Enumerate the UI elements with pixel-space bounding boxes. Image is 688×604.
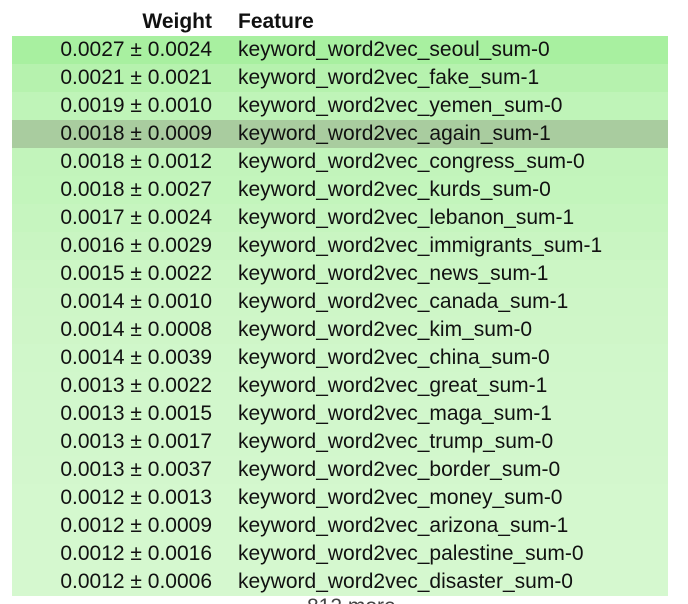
feature-cell: keyword_word2vec_china_sum-0 (238, 344, 668, 372)
table-row: 0.0013 ± 0.0017 keyword_word2vec_trump_s… (12, 428, 668, 456)
table-row: 0.0012 ± 0.0006 keyword_word2vec_disaste… (12, 568, 668, 596)
table-row: 0.0013 ± 0.0022 keyword_word2vec_great_s… (12, 372, 668, 400)
weight-cell: 0.0021 ± 0.0021 (12, 64, 238, 92)
table-row: 0.0012 ± 0.0016 keyword_word2vec_palesti… (12, 540, 668, 568)
table-row: 0.0021 ± 0.0021 keyword_word2vec_fake_su… (12, 64, 668, 92)
feature-cell: keyword_word2vec_kurds_sum-0 (238, 176, 668, 204)
table-row: 0.0019 ± 0.0010 keyword_word2vec_yemen_s… (12, 92, 668, 120)
weight-cell: 0.0014 ± 0.0008 (12, 316, 238, 344)
feature-column-header: Feature (238, 8, 668, 36)
table-row: 0.0012 ± 0.0009 keyword_word2vec_arizona… (12, 512, 668, 540)
feature-cell: keyword_word2vec_disaster_sum-0 (238, 568, 668, 596)
feature-weights-table: Weight Feature 0.0027 ± 0.0024 keyword_w… (12, 8, 668, 596)
weight-cell: 0.0014 ± 0.0039 (12, 344, 238, 372)
table-row: 0.0018 ± 0.0012 keyword_word2vec_congres… (12, 148, 668, 176)
feature-cell: keyword_word2vec_fake_sum-1 (238, 64, 668, 92)
feature-cell: keyword_word2vec_news_sum-1 (238, 260, 668, 288)
feature-cell: keyword_word2vec_again_sum-1 (238, 120, 668, 148)
feature-cell: keyword_word2vec_maga_sum-1 (238, 400, 668, 428)
weight-cell: 0.0027 ± 0.0024 (12, 36, 238, 64)
weight-cell: 0.0016 ± 0.0029 (12, 232, 238, 260)
table-row: 0.0013 ± 0.0037 keyword_word2vec_border_… (12, 456, 668, 484)
weight-cell: 0.0017 ± 0.0024 (12, 204, 238, 232)
feature-cell: keyword_word2vec_seoul_sum-0 (238, 36, 668, 64)
table-row: 0.0016 ± 0.0029 keyword_word2vec_immigra… (12, 232, 668, 260)
weight-cell: 0.0013 ± 0.0037 (12, 456, 238, 484)
weight-column-header: Weight (12, 8, 238, 36)
weight-cell: 0.0013 ± 0.0022 (12, 372, 238, 400)
table-row: 0.0013 ± 0.0015 keyword_word2vec_maga_su… (12, 400, 668, 428)
table-header-row: Weight Feature (12, 8, 668, 36)
feature-cell: keyword_word2vec_trump_sum-0 (238, 428, 668, 456)
weight-cell: 0.0013 ± 0.0015 (12, 400, 238, 428)
table-row: 0.0015 ± 0.0022 keyword_word2vec_news_su… (12, 260, 668, 288)
feature-cell: keyword_word2vec_great_sum-1 (238, 372, 668, 400)
table-row: 0.0017 ± 0.0024 keyword_word2vec_lebanon… (12, 204, 668, 232)
weight-cell: 0.0012 ± 0.0006 (12, 568, 238, 596)
table-row-highlighted: 0.0018 ± 0.0009 keyword_word2vec_again_s… (12, 120, 668, 148)
weight-cell: 0.0014 ± 0.0010 (12, 288, 238, 316)
weight-cell: 0.0013 ± 0.0017 (12, 428, 238, 456)
table-row: 0.0027 ± 0.0024 keyword_word2vec_seoul_s… (12, 36, 668, 64)
feature-cell: keyword_word2vec_border_sum-0 (238, 456, 668, 484)
weight-cell: 0.0012 ± 0.0016 (12, 540, 238, 568)
feature-cell: keyword_word2vec_money_sum-0 (238, 484, 668, 512)
feature-cell: keyword_word2vec_lebanon_sum-1 (238, 204, 668, 232)
weight-cell: 0.0012 ± 0.0009 (12, 512, 238, 540)
table-row: 0.0012 ± 0.0013 keyword_word2vec_money_s… (12, 484, 668, 512)
truncated-footer-text: …812 more… (286, 596, 417, 604)
weight-cell: 0.0018 ± 0.0012 (12, 148, 238, 176)
feature-cell: keyword_word2vec_congress_sum-0 (238, 148, 668, 176)
weight-cell: 0.0018 ± 0.0027 (12, 176, 238, 204)
feature-cell: keyword_word2vec_yemen_sum-0 (238, 92, 668, 120)
weight-cell: 0.0019 ± 0.0010 (12, 92, 238, 120)
table-row: 0.0014 ± 0.0039 keyword_word2vec_china_s… (12, 344, 668, 372)
weight-cell: 0.0015 ± 0.0022 (12, 260, 238, 288)
table-row: 0.0014 ± 0.0010 keyword_word2vec_canada_… (12, 288, 668, 316)
table-row: 0.0018 ± 0.0027 keyword_word2vec_kurds_s… (12, 176, 668, 204)
feature-cell: keyword_word2vec_palestine_sum-0 (238, 540, 668, 568)
feature-cell: keyword_word2vec_immigrants_sum-1 (238, 232, 668, 260)
feature-cell: keyword_word2vec_canada_sum-1 (238, 288, 668, 316)
weight-cell: 0.0012 ± 0.0013 (12, 484, 238, 512)
table-row: 0.0014 ± 0.0008 keyword_word2vec_kim_sum… (12, 316, 668, 344)
feature-cell: keyword_word2vec_arizona_sum-1 (238, 512, 668, 540)
feature-cell: keyword_word2vec_kim_sum-0 (238, 316, 668, 344)
weight-cell: 0.0018 ± 0.0009 (12, 120, 238, 148)
